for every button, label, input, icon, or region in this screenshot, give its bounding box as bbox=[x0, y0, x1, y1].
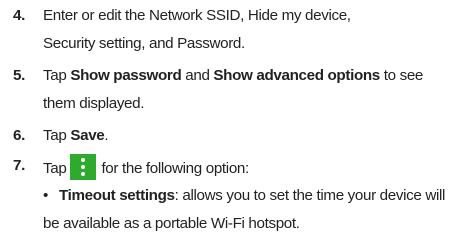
step-line: them displayed. bbox=[43, 95, 145, 112]
bullet-text-run: : allows you to set the time your device… bbox=[174, 187, 446, 204]
save-label: Save bbox=[70, 127, 105, 144]
step-text-run: Tap bbox=[43, 127, 71, 144]
step-number: 7. bbox=[13, 157, 25, 174]
step-text: Tap Save. bbox=[43, 124, 463, 148]
bullet-dot: • bbox=[43, 187, 48, 204]
document-page: 4. Enter or edit the Network SSID, Hide … bbox=[0, 0, 468, 240]
step-text: Enter or edit the Network SSID, Hide my … bbox=[43, 4, 463, 56]
bullet-line: Timeout settings: allows you to set the … bbox=[59, 184, 461, 208]
bullet-text: Timeout settings: allows you to set the … bbox=[43, 184, 461, 236]
step-text-run: for the following option: bbox=[101, 160, 249, 177]
step-line: Enter or edit the Network SSID, Hide my … bbox=[43, 7, 351, 24]
step-number: 4. bbox=[13, 7, 25, 24]
step-text-run: and bbox=[181, 67, 214, 84]
show-password-label: Show password bbox=[70, 67, 182, 84]
step-text-run: Tap bbox=[43, 67, 71, 84]
step-text: Tap Show password and Show advanced opti… bbox=[43, 64, 463, 116]
step-text-run: Tap bbox=[43, 160, 67, 177]
bullet-line: be available as a portable Wi-Fi hotspot… bbox=[43, 215, 300, 232]
step-line: Tap Show password and Show advanced opti… bbox=[43, 64, 463, 88]
step-line: Security setting, and Password. bbox=[43, 35, 245, 52]
step-text-run: to see bbox=[379, 67, 424, 84]
overflow-menu-icon bbox=[70, 154, 97, 180]
step-number: 6. bbox=[13, 127, 25, 144]
step-number: 5. bbox=[13, 67, 25, 84]
timeout-settings-label: Timeout settings bbox=[59, 187, 175, 204]
step-text: Tap for the following option: bbox=[43, 154, 463, 181]
show-advanced-options-label: Show advanced options bbox=[213, 67, 380, 84]
step-text-run: . bbox=[104, 127, 109, 144]
